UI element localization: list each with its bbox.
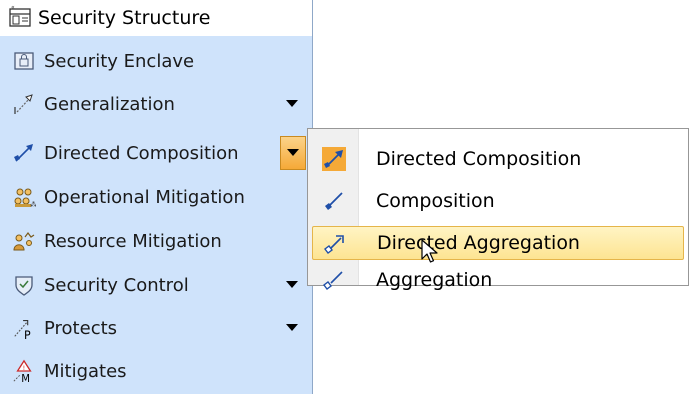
security-control-dropdown-arrow[interactable] — [284, 277, 300, 293]
resource-mitigation-icon — [12, 229, 36, 253]
svg-text:«: « — [11, 4, 15, 11]
chevron-down-icon — [286, 281, 298, 288]
menu-item-label: Composition — [376, 190, 495, 212]
palette-item-security-control[interactable]: Security Control — [0, 266, 310, 304]
generalization-dropdown-arrow[interactable] — [284, 96, 300, 112]
palette-item-label: Security Control — [44, 274, 189, 296]
composition-icon — [322, 189, 346, 213]
svg-text:M: M — [21, 374, 30, 384]
menu-item-directed-aggregation[interactable]: Directed Aggregation — [312, 226, 684, 260]
mouse-cursor-icon — [421, 239, 438, 263]
directed-composition-dropdown-arrow[interactable] — [280, 136, 306, 170]
palette-header-security-structure[interactable]: « Security Structure — [0, 0, 312, 36]
palette-item-label: Mitigates — [44, 360, 127, 382]
palette-item-label: Operational Mitigation — [44, 186, 245, 208]
security-structure-icon: « — [8, 4, 32, 33]
palette: « Security Structure Security Enclave Ge… — [0, 0, 313, 394]
palette-item-label: Protects — [44, 317, 118, 339]
security-control-icon — [12, 273, 36, 297]
chevron-down-icon — [287, 149, 299, 156]
generalization-icon — [12, 92, 36, 116]
protects-dropdown-arrow[interactable] — [284, 320, 300, 336]
directed-composition-icon — [322, 147, 346, 171]
menu-item-aggregation[interactable]: Aggregation — [312, 263, 684, 297]
palette-item-label: Generalization — [44, 93, 175, 115]
palette-item-directed-composition[interactable]: Directed Composition — [0, 134, 310, 172]
operational-mitigation-icon: ⁂ — [12, 185, 36, 209]
palette-item-operational-mitigation[interactable]: ⁂ Operational Mitigation — [0, 178, 310, 216]
palette-item-mitigates[interactable]: ! M Mitigates — [0, 352, 310, 390]
chevron-down-icon — [286, 324, 298, 331]
palette-item-protects[interactable]: P Protects — [0, 309, 310, 347]
palette-item-generalization[interactable]: Generalization — [0, 85, 310, 123]
protects-icon: P — [12, 316, 36, 341]
palette-item-label: Resource Mitigation — [44, 230, 222, 252]
directed-composition-icon — [12, 141, 36, 165]
menu-item-composition[interactable]: Composition — [312, 184, 684, 218]
directed-composition-dropdown-menu: Directed Composition Composition Directe… — [307, 128, 689, 291]
palette-item-label: Security Enclave — [44, 50, 195, 72]
svg-text:⁂: ⁂ — [30, 201, 36, 209]
chevron-down-icon — [286, 100, 298, 107]
palette-item-label: Directed Composition — [44, 142, 239, 164]
directed-aggregation-icon — [323, 232, 347, 256]
menu-item-label: Aggregation — [376, 269, 493, 291]
palette-item-resource-mitigation[interactable]: Resource Mitigation — [0, 222, 310, 260]
mitigates-icon: ! M — [12, 359, 36, 384]
menu-item-label: Directed Composition — [376, 148, 582, 170]
menu-item-directed-composition[interactable]: Directed Composition — [312, 142, 684, 176]
svg-text:P: P — [24, 329, 31, 341]
security-enclave-icon — [12, 49, 36, 73]
palette-header-label: Security Structure — [38, 7, 211, 29]
palette-item-security-enclave[interactable]: Security Enclave — [0, 42, 310, 80]
menu-item-label: Directed Aggregation — [377, 232, 580, 254]
aggregation-icon — [322, 268, 346, 292]
svg-text:!: ! — [23, 364, 26, 372]
